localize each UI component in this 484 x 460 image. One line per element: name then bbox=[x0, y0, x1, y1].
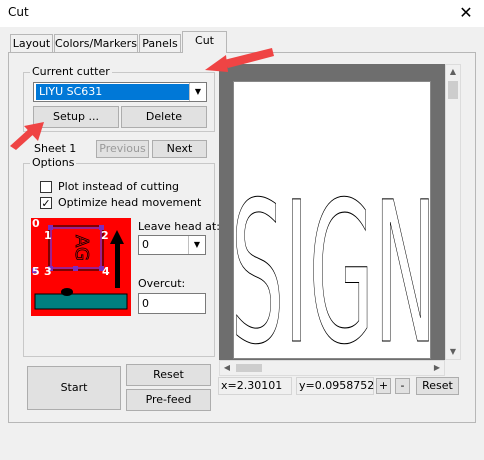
annotation-arrowhead-icon bbox=[205, 55, 228, 72]
annotation-arrow-icon bbox=[224, 48, 274, 68]
annotation-arrows bbox=[10, 48, 274, 150]
tab-cut[interactable]: Cut bbox=[182, 31, 227, 53]
